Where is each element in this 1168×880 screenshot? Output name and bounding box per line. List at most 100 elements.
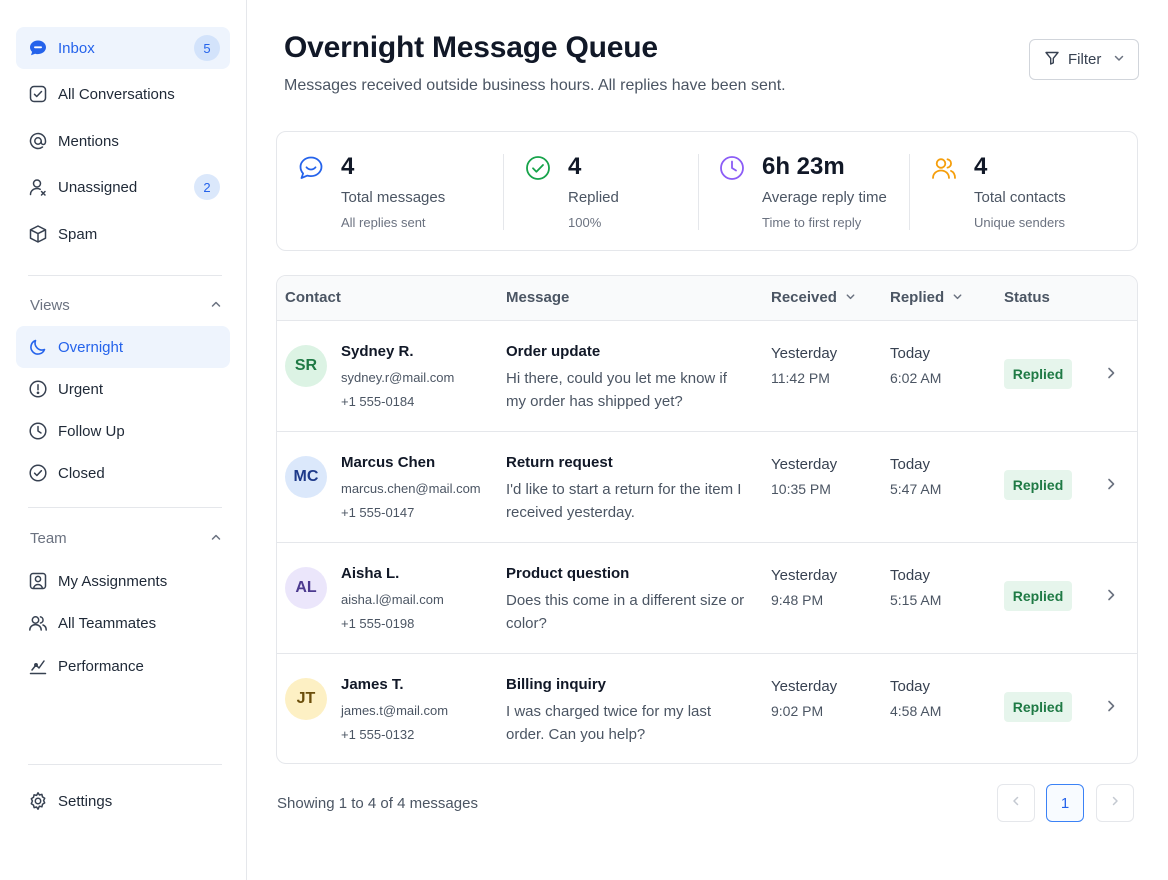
sidebar-item-all-teammates[interactable]: All Teammates: [16, 602, 230, 644]
user-square-icon: [28, 571, 48, 591]
users-icon: [28, 613, 48, 633]
table-row[interactable]: JT James T. james.t@mail.com +1 555-0132…: [277, 654, 1137, 763]
column-header-received[interactable]: Received: [771, 289, 856, 306]
check-circle-icon: [28, 463, 48, 483]
sidebar-item-label: My Assignments: [58, 572, 168, 590]
chevron-right-icon[interactable]: [1103, 698, 1119, 714]
conversation-icon: [28, 84, 48, 104]
column-header-label: Replied: [890, 289, 945, 306]
sidebar-item-all-conversations[interactable]: All Conversations: [16, 73, 230, 115]
stat-label: Replied: [568, 189, 619, 206]
contact-name: Marcus Chen: [341, 454, 436, 471]
sidebar-item-settings[interactable]: Settings: [16, 780, 230, 822]
contact-name: Sydney R.: [341, 343, 414, 360]
contact-email: aisha.l@mail.com: [341, 592, 444, 607]
contact-phone: +1 555-0198: [341, 616, 415, 631]
replied-time: 5:47 AM: [890, 481, 942, 497]
messages-table: Contact Message Received Replied Status …: [276, 275, 1138, 764]
trend-icon: [28, 656, 48, 676]
received-time: 11:42 PM: [771, 370, 830, 386]
replied-day: Today: [890, 345, 931, 362]
chevron-right-icon[interactable]: [1103, 476, 1119, 492]
stat-note: Time to first reply: [762, 215, 862, 230]
stat-divider: [503, 154, 504, 230]
received-time: 9:02 PM: [771, 703, 824, 719]
chevron-right-icon[interactable]: [1103, 587, 1119, 603]
sidebar-item-label: Settings: [58, 792, 113, 810]
received-day: Yesterday: [771, 345, 838, 362]
sidebar-item-my-assignments[interactable]: My Assignments: [16, 560, 230, 602]
users-icon: [930, 154, 958, 182]
chevron-up-icon: [210, 297, 222, 314]
column-header-label: Received: [771, 289, 837, 306]
pagination-summary: Showing 1 to 4 of 4 messages: [277, 795, 478, 812]
next-page-button[interactable]: [1096, 784, 1134, 822]
replied-time: 6:02 AM: [890, 370, 942, 386]
sidebar-item-performance[interactable]: Performance: [16, 645, 230, 687]
replied-time: 4:58 AM: [890, 703, 942, 719]
table-row[interactable]: SR Sydney R. sydney.r@mail.com +1 555-01…: [277, 321, 1137, 432]
status-badge: Replied: [1004, 692, 1072, 722]
message-subject: Return request: [506, 454, 613, 471]
sidebar-item-overnight[interactable]: Overnight: [16, 326, 230, 368]
column-header-contact: Contact: [285, 289, 341, 306]
sidebar-item-label: Follow Up: [58, 422, 125, 440]
message-icon: [297, 154, 325, 182]
stat-divider: [909, 154, 910, 230]
contact-phone: +1 555-0147: [341, 505, 415, 520]
sidebar-item-spam[interactable]: Spam: [16, 213, 230, 255]
box-icon: [28, 224, 48, 244]
filter-button[interactable]: Filter: [1029, 39, 1139, 80]
contact-email: sydney.r@mail.com: [341, 370, 455, 385]
sidebar-item-label: Overnight: [58, 338, 124, 356]
table-row[interactable]: AL Aisha L. aisha.l@mail.com +1 555-0198…: [277, 543, 1137, 654]
chevron-up-icon: [210, 530, 222, 547]
prev-page-button[interactable]: [997, 784, 1035, 822]
table-row[interactable]: MC Marcus Chen marcus.chen@mail.com +1 5…: [277, 432, 1137, 543]
status-badge: Replied: [1004, 581, 1072, 611]
contact-name: James T.: [341, 676, 404, 693]
sidebar-item-label: Performance: [58, 657, 144, 675]
stat-value: 4: [974, 153, 988, 180]
team-section-header[interactable]: Team: [30, 530, 222, 547]
chevron-right-icon[interactable]: [1103, 365, 1119, 381]
sidebar-item-urgent[interactable]: Urgent: [16, 368, 230, 410]
clock-icon: [28, 421, 48, 441]
avatar: SR: [285, 345, 327, 387]
received-day: Yesterday: [771, 567, 838, 584]
sidebar-divider: [28, 507, 222, 508]
stat-note: All replies sent: [341, 215, 426, 230]
sidebar-item-unassigned[interactable]: Unassigned 2: [16, 166, 230, 208]
received-time: 10:35 PM: [771, 481, 831, 497]
message-preview: I was charged twice for my last order. C…: [506, 703, 712, 743]
clock-icon: [718, 154, 746, 182]
replied-day: Today: [890, 567, 931, 584]
column-header-message: Message: [506, 289, 570, 306]
sidebar: Inbox 5 All Conversations Mentions Unass…: [0, 0, 247, 880]
replied-day: Today: [890, 678, 931, 695]
sidebar-item-mentions[interactable]: Mentions: [16, 120, 230, 162]
sidebar-divider: [28, 275, 222, 276]
received-time: 9:48 PM: [771, 592, 824, 608]
check-circle-icon: [524, 154, 552, 182]
message-subject: Order update: [506, 343, 601, 360]
column-header-status: Status: [1004, 289, 1050, 306]
chevron-down-icon: [845, 289, 856, 306]
message-subject: Billing inquiry: [506, 676, 606, 693]
gear-icon: [28, 791, 48, 811]
message-subject: Product question: [506, 565, 630, 582]
sidebar-item-follow-up[interactable]: Follow Up: [16, 410, 230, 452]
sidebar-item-label: Spam: [58, 225, 98, 243]
replied-time: 5:15 AM: [890, 592, 942, 608]
received-day: Yesterday: [771, 678, 838, 695]
unassigned-count-badge: 2: [194, 174, 220, 200]
contact-email: james.t@mail.com: [341, 703, 449, 718]
chevron-right-icon: [1109, 794, 1121, 812]
sidebar-item-inbox[interactable]: Inbox 5: [16, 27, 230, 69]
sidebar-item-closed[interactable]: Closed: [16, 452, 230, 494]
page-button-current[interactable]: 1: [1046, 784, 1084, 822]
column-header-replied[interactable]: Replied: [890, 289, 963, 306]
stat-value: 4: [341, 153, 355, 180]
views-section-header[interactable]: Views: [30, 297, 222, 314]
contact-phone: +1 555-0184: [341, 394, 415, 409]
